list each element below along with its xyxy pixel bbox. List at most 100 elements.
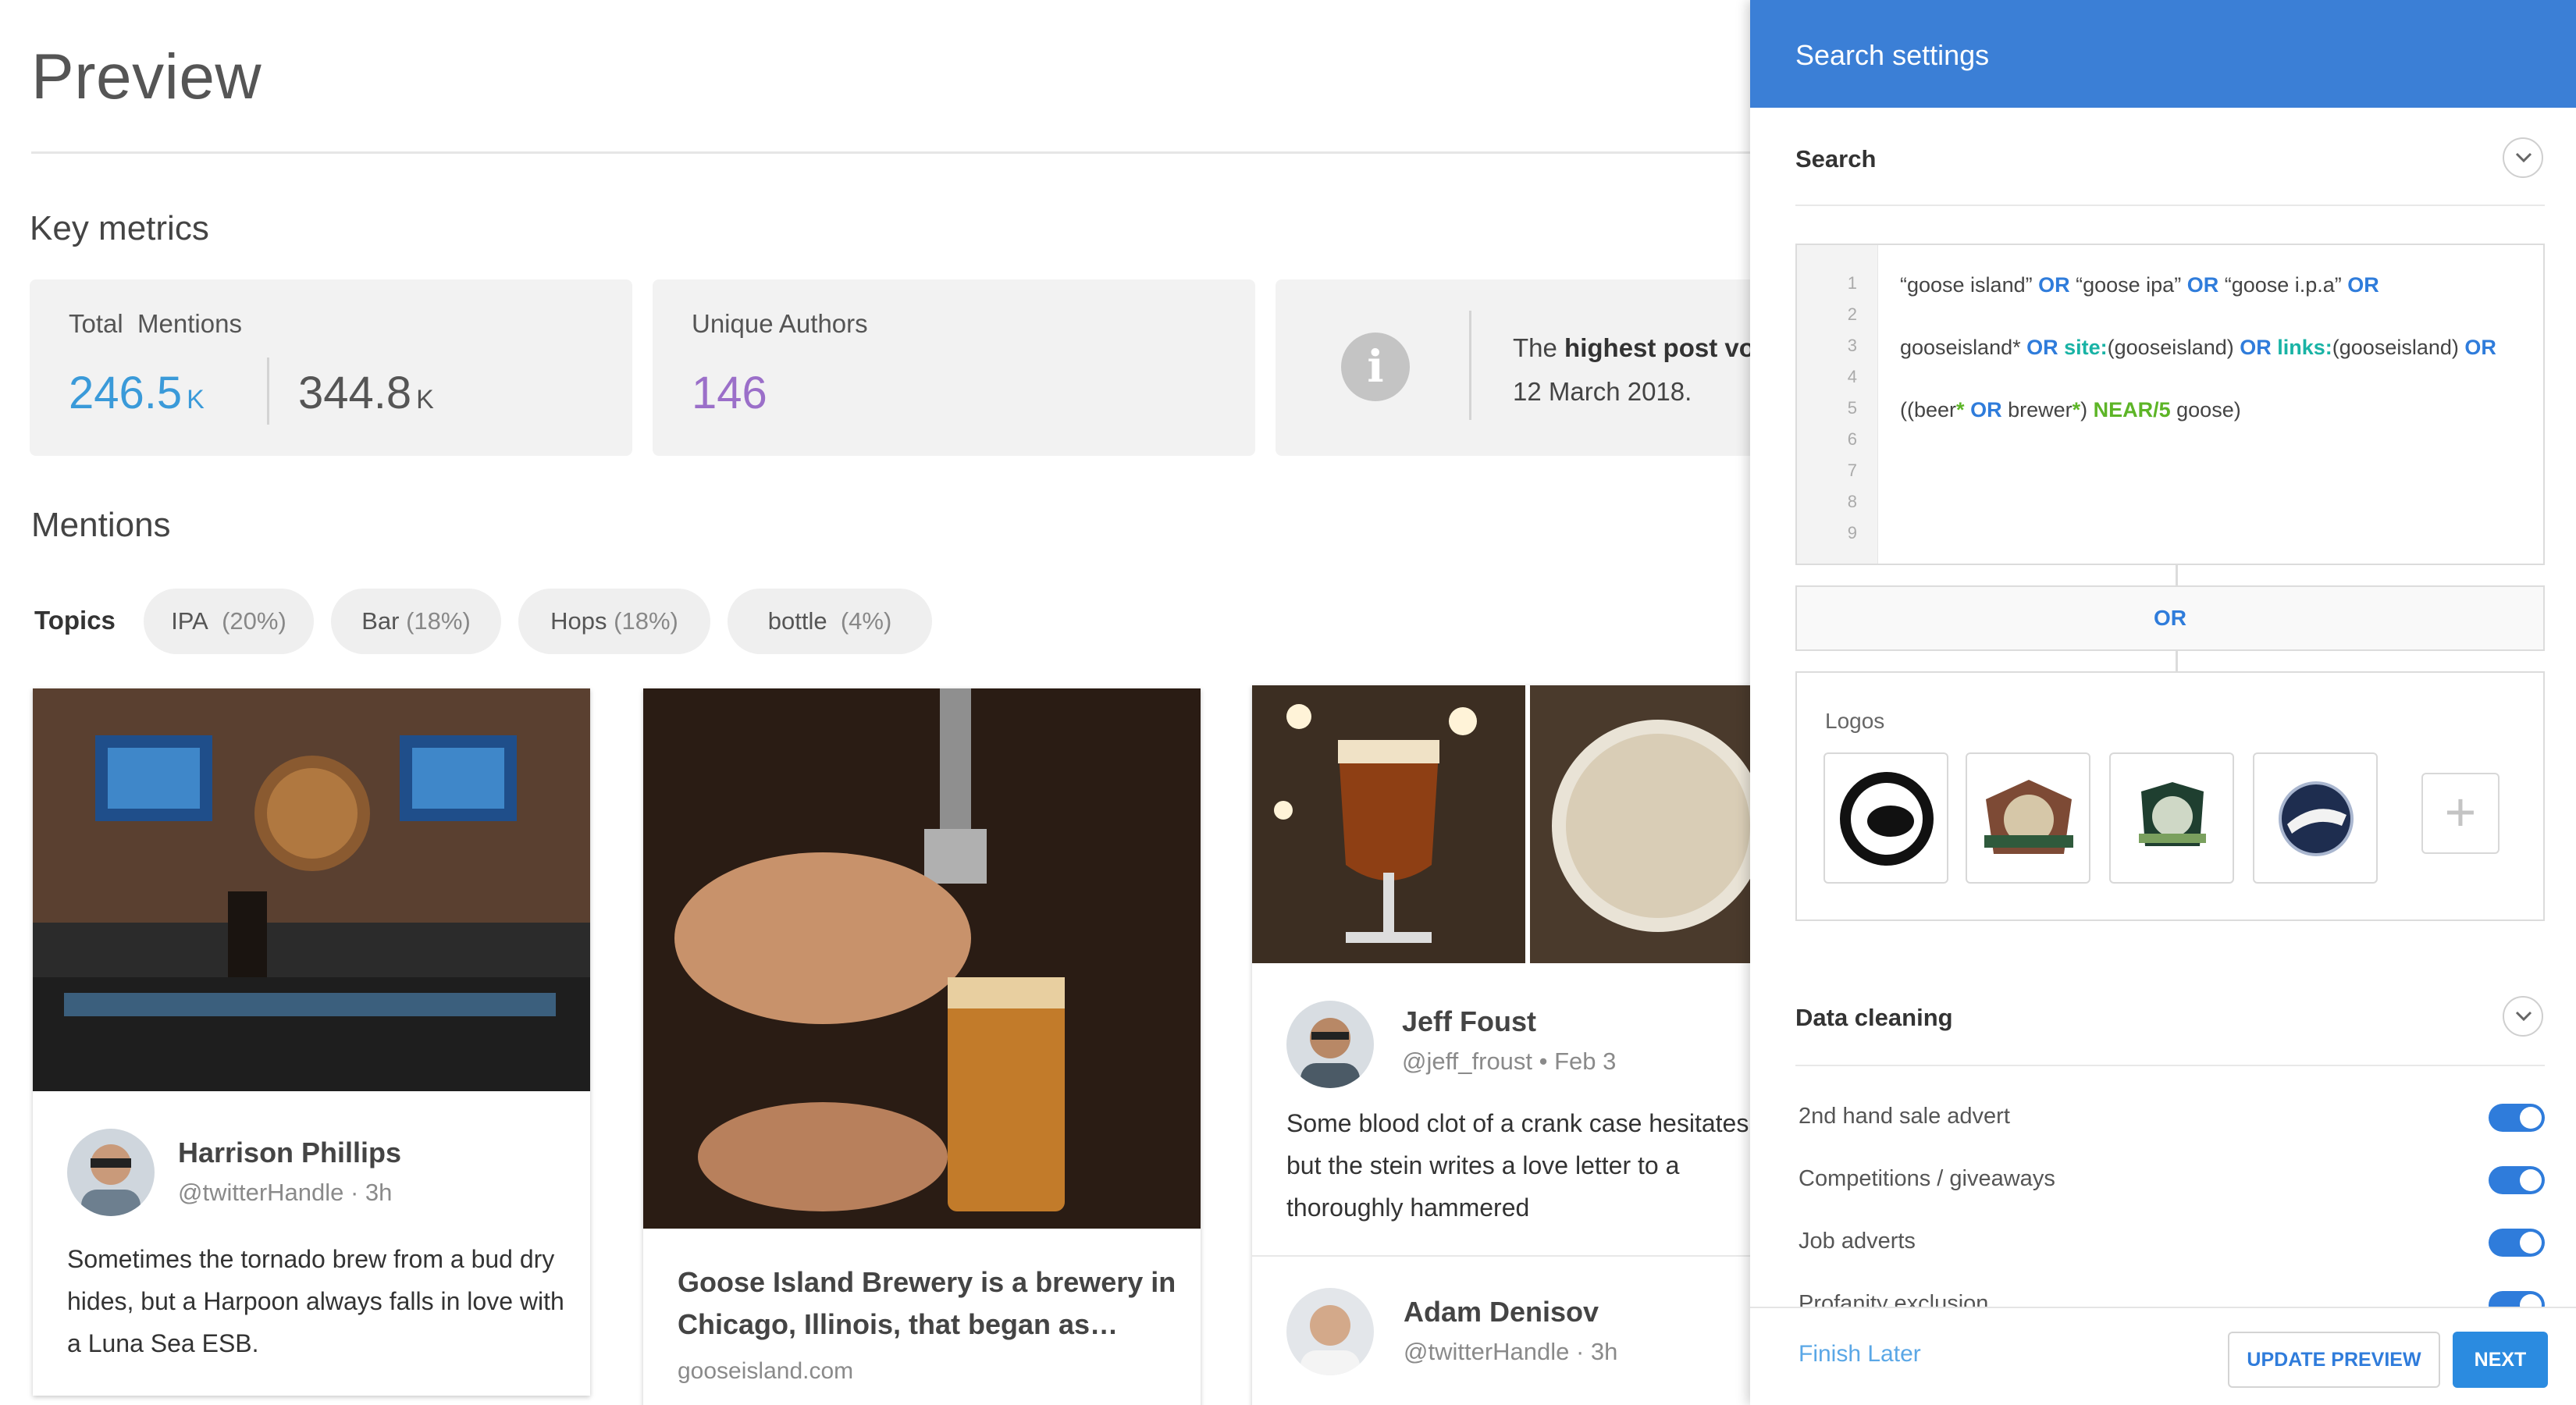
avatar[interactable] (1286, 1288, 1374, 1375)
finish-later-link[interactable]: Finish Later (1799, 1341, 1921, 1368)
beer-tap-image (643, 688, 1201, 1229)
data-cleaning-divider (1795, 1065, 2545, 1066)
logo-tile[interactable] (1823, 752, 1948, 884)
logo-tile[interactable] (2253, 752, 2378, 884)
post-text: Sometimes the tornado brew from a bud dr… (67, 1245, 564, 1357)
search-divider (1795, 205, 2545, 206)
author-name[interactable]: Harrison Phillips (178, 1136, 401, 1169)
metric-divider (267, 357, 269, 425)
author-handle: @jeff_froust • Feb 3 (1402, 1048, 1617, 1075)
logo-tile[interactable] (1966, 752, 2090, 884)
bar-interior-image (33, 688, 590, 1091)
author-handle: @twitterHandle · 3h (178, 1179, 393, 1206)
topic-name: Hops (550, 607, 607, 635)
toggle-job-adverts[interactable] (2489, 1229, 2545, 1257)
post-card[interactable]: Jeff Foust @jeff_froust • Feb 3 Some blo… (1252, 685, 1750, 1405)
line-number: 4 (1847, 367, 1857, 386)
line-number: 1 (1847, 273, 1857, 293)
post-text: Some blood clot of a crank case hesitate… (1286, 1109, 1749, 1222)
chevron-down-icon (2515, 1011, 2532, 1022)
topic-name: Bar (361, 607, 400, 635)
connector-line (2176, 565, 2178, 585)
logo-tile[interactable] (2109, 752, 2234, 884)
data-cleaning-title: Data cleaning (1795, 1004, 1953, 1031)
page-title: Preview (31, 41, 262, 112)
chevron-down-icon (2515, 152, 2532, 163)
unique-authors-card: Unique Authors 146 (653, 279, 1255, 456)
topic-chip-bar[interactable]: Bar (18%) (331, 589, 501, 654)
search-section-title: Search (1795, 145, 1877, 173)
topic-name: IPA (171, 607, 208, 635)
total-mentions-number: 246.5 (69, 368, 183, 418)
line-number: 5 (1847, 398, 1857, 418)
connector-line (2176, 651, 2178, 671)
link-card[interactable]: Goose Island Brewery is a brewery in Chi… (643, 688, 1201, 1405)
toggle-label: Job adverts (1799, 1229, 1916, 1254)
post-card[interactable]: Harrison Phillips @twitterHandle · 3h So… (33, 688, 590, 1396)
logos-section: Logos + (1795, 671, 2545, 921)
highlight-text: The highest post vo 12 March 2018. (1513, 326, 1750, 414)
query-editor[interactable]: 1 2 3 4 5 6 7 8 9 “goose island” OR “goo… (1795, 244, 2545, 565)
total-mentions-secondary-value: 344.8 K (298, 367, 434, 419)
topic-chip-hops[interactable]: Hops (18%) (518, 589, 710, 654)
author-name[interactable]: Jeff Foust (1402, 1005, 1536, 1038)
link-domain[interactable]: gooseisland.com (678, 1358, 853, 1385)
post-separator (1252, 1255, 1750, 1257)
goose-island-shield-logo-icon (2139, 782, 2206, 846)
total-mentions-label: Total Mentions (69, 309, 242, 338)
beer-glass-image (1252, 685, 1750, 963)
author-name[interactable]: Adam Denisov (1404, 1296, 1599, 1329)
highlight-bold: highest post vo (1564, 333, 1750, 362)
update-preview-button[interactable]: UPDATE PREVIEW (2228, 1332, 2440, 1388)
line-number: 7 (1847, 461, 1857, 480)
topic-name: bottle (767, 607, 827, 635)
link-title[interactable]: Goose Island Brewery is a brewery in Chi… (678, 1261, 1177, 1346)
topic-pct: (18%) (406, 607, 471, 635)
info-icon: i (1341, 333, 1410, 401)
mentions-heading: Mentions (31, 506, 171, 544)
query-line: ((beer* OR brewer*) NEAR/5 goose) (1900, 398, 2241, 422)
avatar[interactable] (67, 1129, 155, 1216)
collapse-data-cleaning-button[interactable] (2503, 996, 2543, 1037)
toggle-competitions[interactable] (2489, 1166, 2545, 1194)
query-line: gooseisland* OR site:(gooseisland) OR li… (1900, 336, 2496, 359)
goose-island-blue-logo-icon (2279, 781, 2354, 856)
title-divider (31, 151, 1750, 154)
unique-authors-label: Unique Authors (692, 309, 868, 338)
highlight-card: i The highest post vo 12 March 2018. (1276, 279, 1750, 456)
collapse-search-button[interactable] (2503, 137, 2543, 178)
line-number: 9 (1847, 523, 1857, 542)
logos-label: Logos (1825, 709, 1885, 733)
query-line: “goose island” OR “goose ipa” OR “goose … (1900, 273, 2379, 297)
goose-island-badge-logo-icon (1984, 780, 2073, 854)
search-settings-panel: Search settings Search 1 2 3 4 5 6 7 8 9… (1750, 0, 2576, 1405)
line-number: 3 (1847, 336, 1857, 355)
secondary-unit: K (416, 385, 434, 414)
panel-header: Search settings (1750, 0, 2576, 108)
highlight-prefix: The (1513, 333, 1565, 362)
goose-island-logo-icon (1840, 772, 1934, 866)
topic-pct: (18%) (614, 607, 678, 635)
or-operator[interactable]: OR (1795, 585, 2545, 651)
author-handle: @twitterHandle · 3h (1404, 1338, 1618, 1365)
topic-pct: (20%) (222, 607, 286, 635)
topic-pct: (4%) (840, 607, 892, 635)
unique-authors-value: 146 (692, 368, 767, 418)
toggle-2nd-hand-sale[interactable] (2489, 1104, 2545, 1132)
total-mentions-value: 246.5 K (69, 367, 205, 419)
toggle-label: 2nd hand sale advert (1799, 1104, 2010, 1129)
line-number: 2 (1847, 304, 1857, 324)
preview-main: Preview Key metrics Total Mentions 246.5… (0, 0, 1750, 1405)
panel-title: Search settings (1795, 39, 1990, 71)
panel-footer: Finish Later UPDATE PREVIEW NEXT (1750, 1307, 2576, 1405)
topic-chip-ipa[interactable]: IPA (20%) (144, 589, 314, 654)
key-metrics-heading: Key metrics (30, 209, 209, 247)
highlight-date: 12 March 2018. (1513, 377, 1692, 406)
total-mentions-unit: K (187, 385, 205, 414)
next-button[interactable]: NEXT (2453, 1332, 2548, 1388)
avatar[interactable] (1286, 1001, 1374, 1088)
topic-chip-bottle[interactable]: bottle (4%) (728, 589, 932, 654)
add-logo-button[interactable]: + (2421, 773, 2500, 854)
line-number-gutter: 1 2 3 4 5 6 7 8 9 (1797, 245, 1878, 564)
total-mentions-card: Total Mentions 246.5 K 344.8 K (30, 279, 632, 456)
